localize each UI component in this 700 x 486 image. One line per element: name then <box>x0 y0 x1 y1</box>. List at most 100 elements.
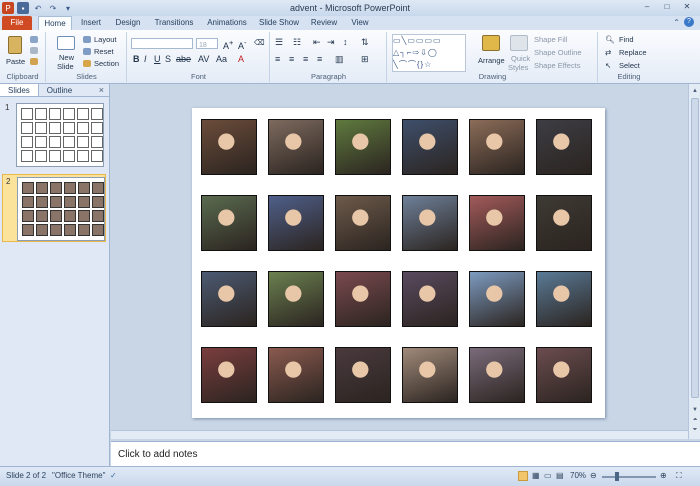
font-name-field[interactable] <box>131 38 193 49</box>
select-button[interactable]: Select <box>619 61 640 70</box>
photo-tile[interactable] <box>402 119 458 175</box>
close-panel-icon[interactable]: × <box>99 85 104 95</box>
scroll-up-icon[interactable]: ▲ <box>691 87 699 95</box>
photo-tile[interactable] <box>469 195 525 251</box>
photo-tile[interactable] <box>335 195 391 251</box>
tab-home[interactable]: Home <box>38 16 72 30</box>
minimize-icon[interactable]: – <box>638 1 656 13</box>
photo-tile[interactable] <box>201 195 257 251</box>
spelling-check-icon[interactable]: ✓ <box>110 471 117 480</box>
strikethrough-icon[interactable]: abe <box>176 54 191 64</box>
align-center-icon[interactable]: ≡ <box>289 54 294 64</box>
slide-thumbnail-2[interactable]: 2 <box>2 174 106 242</box>
help-icon[interactable]: ? <box>684 17 694 27</box>
photo-tile[interactable] <box>201 271 257 327</box>
quick-styles-icon[interactable] <box>510 35 528 51</box>
new-slide-label[interactable]: Slide <box>57 62 74 71</box>
format-painter-icon[interactable] <box>30 58 38 65</box>
quick-styles-button[interactable]: Quick <box>511 54 530 63</box>
slide-sorter-icon[interactable]: ▦ <box>532 471 540 480</box>
align-left-icon[interactable]: ≡ <box>275 54 280 64</box>
maximize-icon[interactable]: □ <box>658 1 676 13</box>
arrange-button[interactable]: Arrange <box>478 56 505 65</box>
photo-tile[interactable] <box>335 271 391 327</box>
change-case-icon[interactable]: Aa <box>216 54 227 64</box>
shapes-gallery[interactable]: ▭╲▭▭▭▭ △┐⌐⇨⇩◯ ╲⌒⌒{}☆ <box>392 34 466 72</box>
decrease-indent-icon[interactable]: ⇤ <box>313 37 321 48</box>
arrange-icon[interactable] <box>482 35 500 51</box>
char-spacing-icon[interactable]: AV <box>198 54 209 64</box>
copy-icon[interactable] <box>30 47 38 54</box>
photo-tile[interactable] <box>469 271 525 327</box>
next-slide-icon[interactable]: ⏷ <box>691 426 699 434</box>
new-slide-button[interactable]: New <box>59 53 74 62</box>
notes-pane[interactable]: Click to add notes <box>111 441 700 466</box>
photo-tile[interactable] <box>201 119 257 175</box>
tab-insert[interactable]: Insert <box>76 16 106 30</box>
smartart-icon[interactable]: ⊞ <box>361 54 369 65</box>
layout-button[interactable]: Layout <box>94 35 117 44</box>
notes-placeholder[interactable]: Click to add notes <box>118 449 198 460</box>
photo-tile[interactable] <box>201 347 257 403</box>
italic-icon[interactable]: I <box>144 54 147 64</box>
replace-button[interactable]: Replace <box>619 48 647 57</box>
current-slide[interactable] <box>192 108 605 418</box>
columns-icon[interactable]: ▥ <box>335 54 344 65</box>
tab-slides[interactable]: Slides <box>0 84 39 96</box>
find-button[interactable]: Find <box>619 35 634 44</box>
tab-view[interactable]: View <box>346 16 374 30</box>
normal-view-icon[interactable] <box>518 471 528 481</box>
paste-icon[interactable] <box>8 36 22 54</box>
slide-show-icon[interactable]: ▤ <box>556 471 564 480</box>
minimize-ribbon-icon[interactable]: ⌃ <box>673 18 680 27</box>
vertical-scrollbar[interactable]: ▲ ▼ ⏶ ⏷ <box>688 84 700 439</box>
reading-view-icon[interactable]: ▭ <box>544 471 552 480</box>
close-icon[interactable]: ✕ <box>678 1 696 13</box>
scroll-thumb[interactable] <box>691 98 699 398</box>
tab-design[interactable]: Design <box>112 16 144 30</box>
bullets-icon[interactable]: ☰ <box>275 37 283 48</box>
photo-tile[interactable] <box>536 271 592 327</box>
previous-slide-icon[interactable]: ⏶ <box>691 416 699 424</box>
line-spacing-icon[interactable]: ↕ <box>343 37 348 47</box>
photo-tile[interactable] <box>469 347 525 403</box>
slide-editing-area[interactable] <box>111 84 688 439</box>
shape-fill-button[interactable]: Shape Fill <box>534 35 567 44</box>
bold-icon[interactable]: B <box>133 54 140 64</box>
zoom-out-icon[interactable]: ⊖ <box>590 471 597 480</box>
scroll-down-icon[interactable]: ▼ <box>691 406 699 414</box>
horizontal-scrollbar[interactable] <box>111 430 688 439</box>
numbering-icon[interactable]: ☷ <box>293 37 301 48</box>
shrink-font-icon[interactable]: A- <box>238 38 247 51</box>
photo-tile[interactable] <box>402 195 458 251</box>
zoom-slider[interactable] <box>602 476 656 478</box>
shape-effects-button[interactable]: Shape Effects <box>534 61 581 70</box>
zoom-in-icon[interactable]: ⊕ <box>660 471 667 480</box>
photo-tile[interactable] <box>402 347 458 403</box>
slide-thumbnail-1[interactable]: 1 <box>2 101 106 169</box>
tab-file[interactable]: File <box>2 16 32 30</box>
shadow-icon[interactable]: S <box>165 54 171 64</box>
photo-tile[interactable] <box>268 195 324 251</box>
shape-outline-button[interactable]: Shape Outline <box>534 48 582 57</box>
tab-animations[interactable]: Animations <box>203 16 251 30</box>
photo-tile[interactable] <box>268 271 324 327</box>
cut-icon[interactable] <box>30 36 38 43</box>
font-color-icon[interactable]: A <box>238 54 244 64</box>
reset-button[interactable]: Reset <box>94 47 114 56</box>
tab-outline[interactable]: Outline <box>39 84 80 96</box>
fit-slide-icon[interactable]: ⛶ <box>676 471 682 481</box>
text-direction-icon[interactable]: ⇅ <box>361 37 369 48</box>
justify-icon[interactable]: ≡ <box>317 54 322 64</box>
photo-tile[interactable] <box>268 119 324 175</box>
paste-button[interactable]: Paste <box>6 57 25 66</box>
underline-icon[interactable]: U <box>154 54 161 64</box>
photo-tile[interactable] <box>536 195 592 251</box>
increase-indent-icon[interactable]: ⇥ <box>327 37 335 48</box>
photo-tile[interactable] <box>268 347 324 403</box>
zoom-level[interactable]: 70% <box>570 471 586 480</box>
zoom-slider-thumb[interactable] <box>615 472 619 481</box>
photo-tile[interactable] <box>536 119 592 175</box>
photo-tile[interactable] <box>536 347 592 403</box>
photo-tile[interactable] <box>469 119 525 175</box>
